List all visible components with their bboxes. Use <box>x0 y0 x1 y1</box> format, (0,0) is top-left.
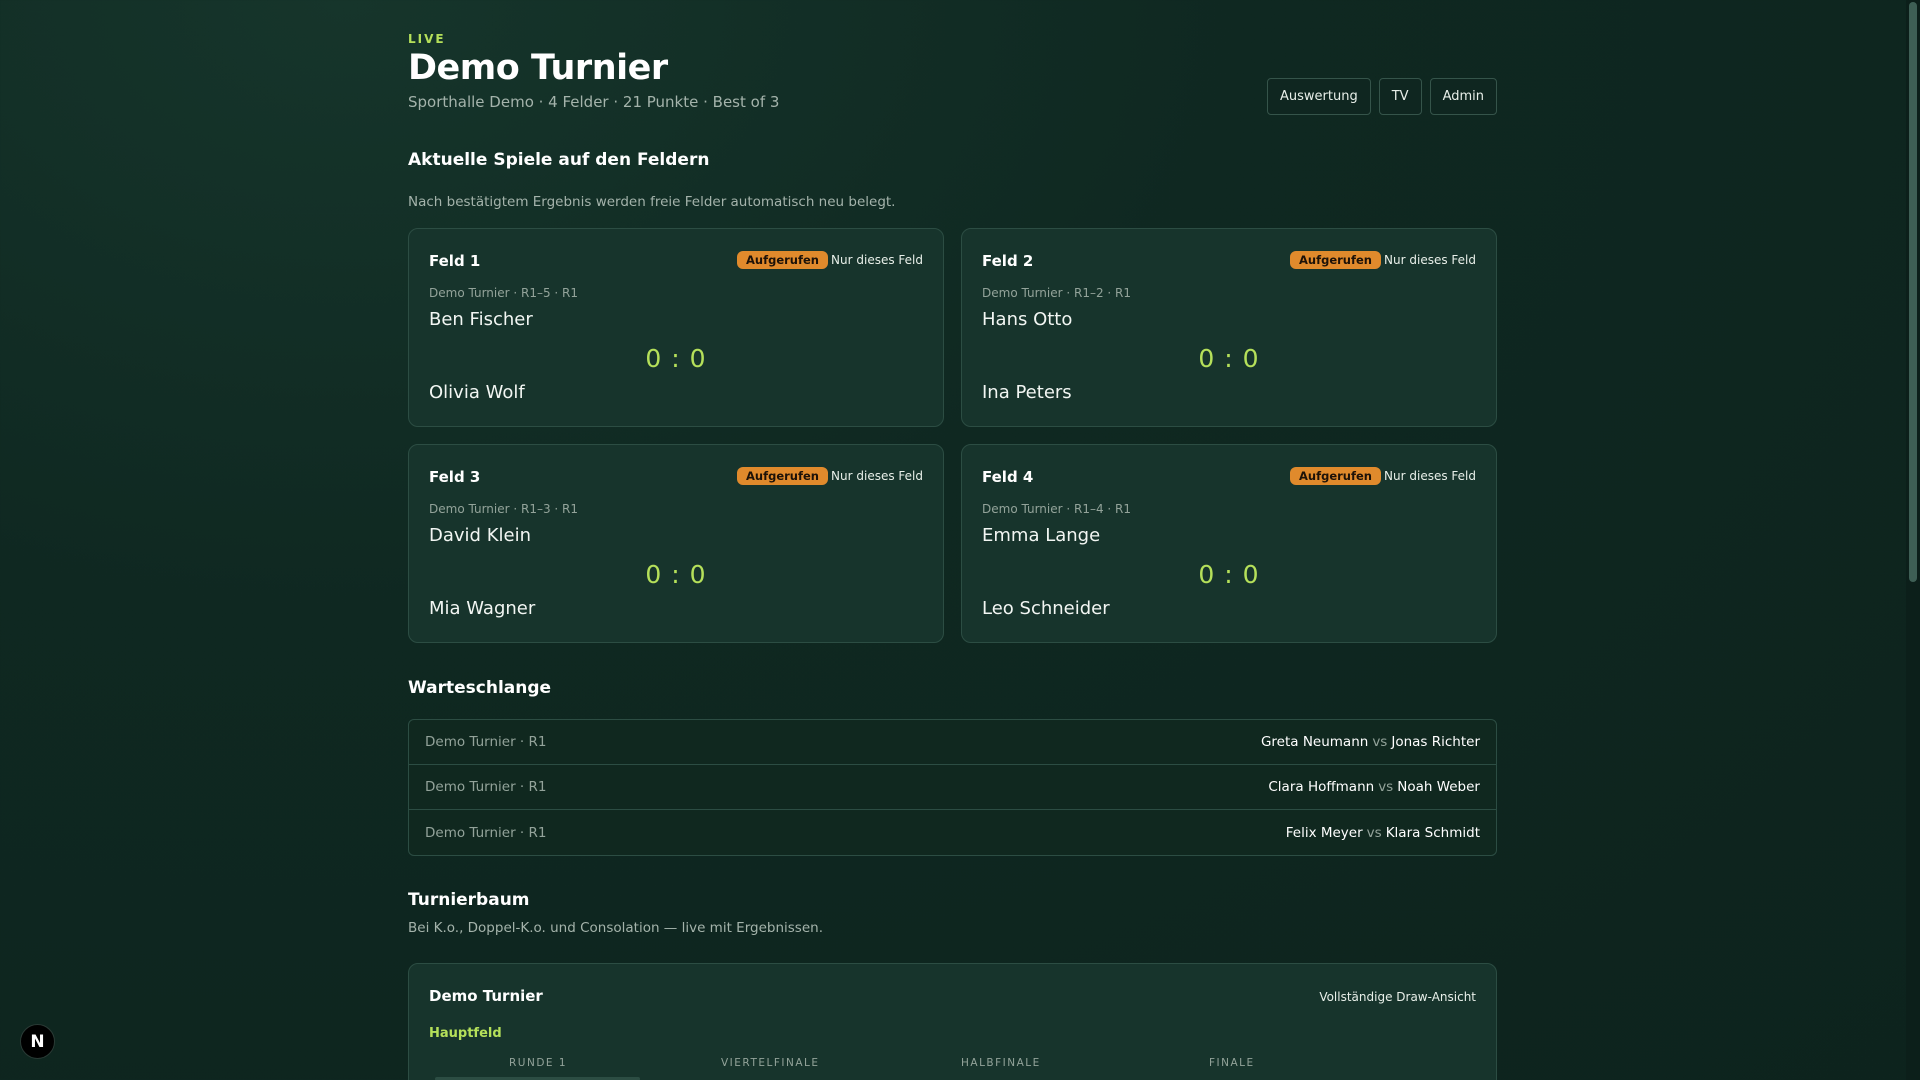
page-title: Demo Turnier <box>408 48 668 88</box>
queue-list: Demo Turnier · R1 Greta Neumann vs Jonas R… <box>408 719 1497 856</box>
player-b: Mia Wagner <box>429 598 536 619</box>
bracket-title: Turnierbaum <box>408 890 530 910</box>
bracket-card-title: Demo Turnier <box>429 987 543 1005</box>
player-a: Emma Lange <box>982 525 1101 546</box>
match-meta: Demo Turnier · R1–2 · R1 <box>982 286 1132 300</box>
player-b: Olivia Wolf <box>429 382 525 403</box>
player-a: David Klein <box>429 525 531 546</box>
queue-players: Felix Meyer vs Klara Schmidt <box>1286 825 1480 841</box>
page-subtitle: Sporthalle Demo · 4 Felder · 21 Punkte ·… <box>408 93 780 111</box>
current-games-title: Aktuelle Spiele auf den Feldern <box>408 150 710 170</box>
full-draw-link[interactable]: Vollständige Draw-Ansicht <box>1319 990 1476 1004</box>
status-badge: Aufgerufen <box>1290 251 1381 269</box>
queue-row[interactable]: Demo Turnier · R1 Greta Neumann vs Jonas R… <box>409 720 1496 765</box>
only-this-field-link[interactable]: Nur dieses Feld <box>1384 469 1476 483</box>
field-name: Feld 3 <box>429 468 481 486</box>
scrollbar-thumb[interactable] <box>1909 2 1917 582</box>
player-a: Felix Meyer <box>1285 824 1363 841</box>
status-badge: Aufgerufen <box>1290 467 1381 485</box>
player-a: Greta Neumann <box>1260 734 1369 750</box>
queue-row[interactable]: Demo Turnier · R1 Felix Meyer vs Klara Sch… <box>409 810 1496 855</box>
page-scrollbar[interactable] <box>1906 0 1920 1080</box>
player-a: Hans Otto <box>982 309 1073 330</box>
n-logo-icon[interactable]: N <box>20 1024 55 1059</box>
header-actions: Auswertung TV Admin <box>1267 78 1497 115</box>
field-name: Feld 2 <box>982 252 1034 270</box>
bracket-subtitle: Bei K.o., Doppel-K.o. und Consolation — … <box>408 920 823 936</box>
queue-players: Greta Neumann vs Jonas Richter <box>1261 734 1480 750</box>
field-card-3[interactable]: Feld 3 Aufgerufen Nur dieses Feld Demo T… <box>408 444 944 643</box>
field-card-4[interactable]: Feld 4 Aufgerufen Nur dieses Feld Demo T… <box>961 444 1497 643</box>
field-name: Feld 4 <box>982 468 1034 486</box>
player-a: Clara Hoffmann <box>1268 779 1375 795</box>
only-this-field-link[interactable]: Nur dieses Feld <box>831 469 923 483</box>
tv-button[interactable]: TV <box>1378 78 1422 115</box>
status-badge: Aufgerufen <box>737 251 828 269</box>
score: 0 : 0 <box>645 344 707 373</box>
player-a: Ben Fischer <box>429 309 533 330</box>
bracket-card: Demo Turnier Vollständige Draw-Ansicht H… <box>408 963 1497 1080</box>
player-b: Ina Peters <box>982 382 1072 403</box>
vs-label: vs <box>1378 779 1394 795</box>
queue-meta: Demo Turnier · R1 <box>425 734 547 750</box>
round-label-4: FINALE <box>1209 1057 1255 1069</box>
round-label-3: HALBFINALE <box>961 1057 1041 1069</box>
bracket-section-label: Hauptfeld <box>429 1026 502 1041</box>
only-this-field-link[interactable]: Nur dieses Feld <box>1384 253 1476 267</box>
round-label-2: VIERTELFINALE <box>721 1057 820 1069</box>
score: 0 : 0 <box>1198 344 1260 373</box>
field-name: Feld 1 <box>429 252 481 270</box>
vs-label: vs <box>1372 734 1388 750</box>
queue-row[interactable]: Demo Turnier · R1 Clara Hoffmann vs Noah W… <box>409 765 1496 810</box>
current-games-subtitle: Nach bestätigtem Ergebnis werden freie F… <box>408 194 896 210</box>
queue-title: Warteschlange <box>408 678 552 698</box>
live-label: LIVE <box>408 32 446 46</box>
auswertung-button[interactable]: Auswertung <box>1267 78 1371 115</box>
field-card-2[interactable]: Feld 2 Aufgerufen Nur dieses Feld Demo T… <box>961 228 1497 427</box>
match-meta: Demo Turnier · R1–3 · R1 <box>429 502 579 516</box>
player-b: Jonas Richter <box>1391 734 1480 750</box>
admin-button[interactable]: Admin <box>1429 78 1497 115</box>
player-b: Leo Schneider <box>982 598 1110 619</box>
player-b: Klara Schmidt <box>1385 824 1480 841</box>
only-this-field-link[interactable]: Nur dieses Feld <box>831 253 923 267</box>
queue-meta: Demo Turnier · R1 <box>425 779 547 795</box>
field-card-1[interactable]: Feld 1 Aufgerufen Nur dieses Feld Demo T… <box>408 228 944 427</box>
score: 0 : 0 <box>645 560 707 589</box>
queue-meta: Demo Turnier · R1 <box>425 824 547 841</box>
queue-players: Clara Hoffmann vs Noah Weber <box>1268 779 1480 795</box>
score: 0 : 0 <box>1198 560 1260 589</box>
vs-label: vs <box>1366 824 1382 841</box>
round-label-1: RUNDE 1 <box>509 1057 568 1069</box>
match-meta: Demo Turnier · R1–4 · R1 <box>982 502 1132 516</box>
status-badge: Aufgerufen <box>737 467 828 485</box>
match-meta: Demo Turnier · R1–5 · R1 <box>429 286 579 300</box>
player-b: Noah Weber <box>1397 779 1480 795</box>
